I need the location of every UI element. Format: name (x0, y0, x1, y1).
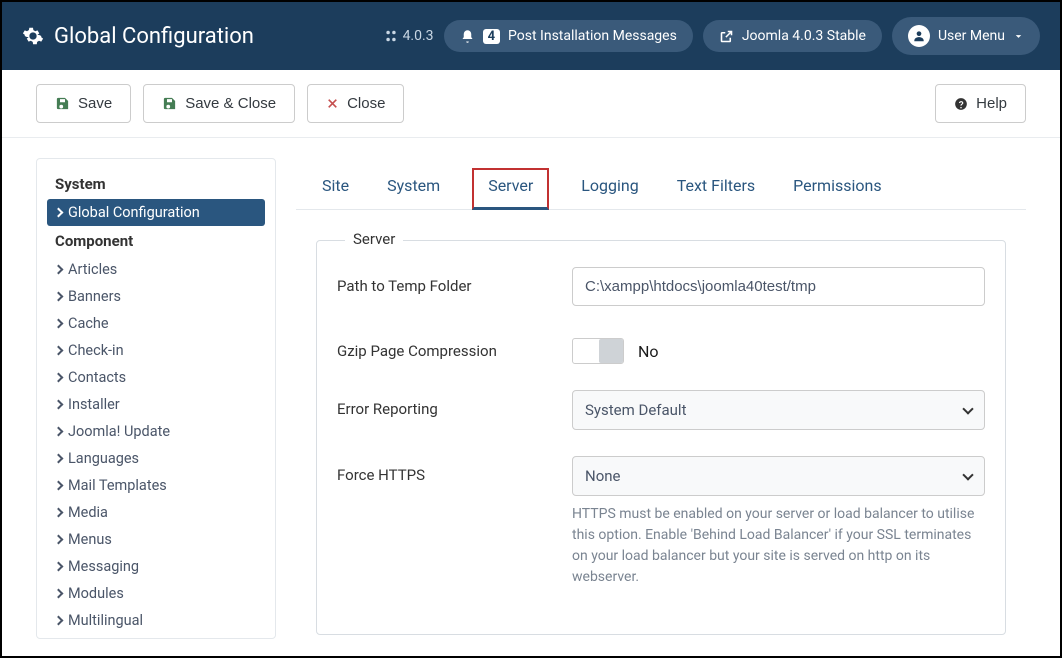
chevron-right-icon (54, 319, 64, 329)
sidebar-item-media[interactable]: Media (47, 499, 265, 526)
sidebar-item-menus[interactable]: Menus (47, 526, 265, 553)
save-close-button[interactable]: Save & Close (143, 84, 295, 123)
sidebar: System Global Configuration Component Ar… (36, 158, 276, 639)
force-https-select[interactable]: None (572, 456, 985, 496)
chevron-right-icon (54, 589, 64, 599)
tab-text-filters[interactable]: Text Filters (671, 168, 761, 209)
error-reporting-select[interactable]: System Default (572, 390, 985, 430)
sidebar-item-modules[interactable]: Modules (47, 580, 265, 607)
sidebar-item-installer[interactable]: Installer (47, 391, 265, 418)
user-icon (908, 25, 930, 47)
main-panel: Site System Server Logging Text Filters Permi… (276, 158, 1026, 639)
chevron-right-icon (54, 373, 64, 383)
close-icon (326, 97, 339, 110)
chevron-right-icon (54, 346, 64, 356)
chevron-right-icon (54, 616, 64, 626)
sidebar-item-check-in[interactable]: Check-in (47, 337, 265, 364)
sidebar-item-global-configuration[interactable]: Global Configuration (47, 199, 265, 226)
sidebar-heading-system: System (47, 169, 265, 199)
server-fieldset: Server Path to Temp Folder Gzip Page Com… (316, 240, 1006, 635)
question-icon (954, 97, 968, 111)
gzip-value: No (638, 342, 659, 361)
chevron-down-icon (962, 403, 973, 414)
bell-icon (460, 29, 475, 44)
external-link-icon (719, 29, 734, 44)
sidebar-heading-component: Component (47, 226, 265, 256)
chevron-right-icon (54, 292, 64, 302)
page-title: Global Configuration (54, 24, 254, 49)
path-label: Path to Temp Folder (337, 267, 572, 295)
help-button[interactable]: Help (935, 84, 1026, 123)
chevron-down-icon (962, 469, 973, 480)
chevron-right-icon (54, 535, 64, 545)
notif-label: Post Installation Messages (508, 28, 677, 44)
chevron-right-icon (54, 454, 64, 464)
sidebar-item-banners[interactable]: Banners (47, 283, 265, 310)
sidebar-item-messaging[interactable]: Messaging (47, 553, 265, 580)
chevron-right-icon (54, 208, 64, 218)
tab-logging[interactable]: Logging (575, 168, 644, 209)
chevron-right-icon (54, 400, 64, 410)
user-menu-button[interactable]: User Menu (892, 17, 1040, 55)
toggle-knob (599, 339, 623, 363)
gear-icon (22, 25, 44, 47)
gzip-label: Gzip Page Compression (337, 332, 572, 360)
sidebar-item-languages[interactable]: Languages (47, 445, 265, 472)
notif-count: 4 (483, 29, 500, 44)
chevron-right-icon (54, 427, 64, 437)
force-https-help: HTTPS must be enabled on your server or … (572, 504, 985, 588)
sidebar-item-mail-templates[interactable]: Mail Templates (47, 472, 265, 499)
force-https-label: Force HTTPS (337, 456, 572, 484)
close-button[interactable]: Close (307, 84, 404, 123)
app-header: Global Configuration 4.0.3 4 Post Instal… (2, 2, 1060, 70)
sidebar-item-articles[interactable]: Articles (47, 256, 265, 283)
save-button[interactable]: Save (36, 84, 131, 123)
fieldset-legend: Server (345, 230, 403, 248)
chevron-right-icon (54, 481, 64, 491)
path-to-temp-input[interactable] (572, 267, 985, 306)
sidebar-item-cache[interactable]: Cache (47, 310, 265, 337)
action-toolbar: Save Save & Close Close Help (2, 70, 1060, 138)
save-icon (162, 96, 177, 111)
chevron-down-icon (1013, 31, 1024, 42)
stable-link[interactable]: Joomla 4.0.3 Stable (703, 20, 882, 52)
tab-system[interactable]: System (381, 168, 446, 209)
tab-site[interactable]: Site (316, 168, 355, 209)
error-reporting-label: Error Reporting (337, 390, 572, 418)
tab-server[interactable]: Server (472, 168, 549, 210)
tab-permissions[interactable]: Permissions (787, 168, 887, 209)
save-icon (55, 96, 70, 111)
sidebar-item-contacts[interactable]: Contacts (47, 364, 265, 391)
chevron-right-icon (54, 508, 64, 518)
sidebar-item-joomla-update[interactable]: Joomla! Update (47, 418, 265, 445)
gzip-toggle[interactable] (572, 338, 624, 364)
notifications-button[interactable]: 4 Post Installation Messages (444, 20, 693, 52)
sidebar-item-multilingual[interactable]: Multilingual (47, 607, 265, 634)
joomla-icon (384, 29, 398, 43)
chevron-right-icon (54, 265, 64, 275)
joomla-version-badge: 4.0.3 (384, 28, 434, 44)
chevron-right-icon (54, 562, 64, 572)
config-tabs: Site System Server Logging Text Filters Permi… (296, 158, 1026, 210)
